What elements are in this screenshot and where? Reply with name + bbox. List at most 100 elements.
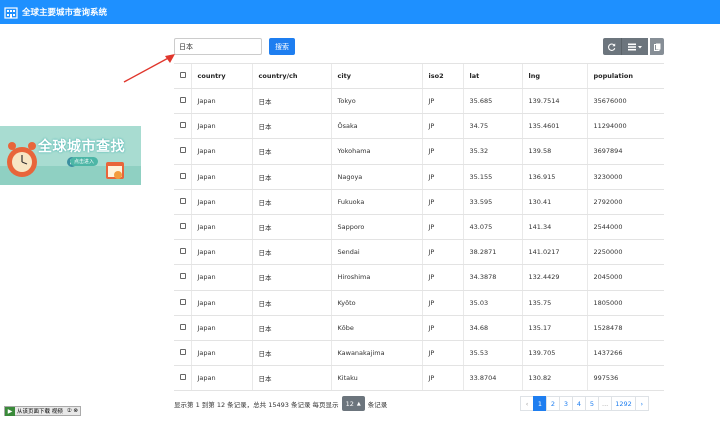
select-all-cell[interactable] [174, 63, 191, 89]
table-row[interactable]: Japan 日本 Nagoya JP 35.155 136.915 3230000 [174, 164, 664, 190]
table-cell-lat: 35.03 [462, 290, 522, 316]
table-row[interactable]: Japan 日本 Kyōto JP 35.03 135.75 1805000 [174, 290, 664, 316]
row-select-cell[interactable] [174, 214, 191, 241]
table-cell-lat: 38.2871 [462, 239, 522, 266]
table-row[interactable]: Japan 日本 Kitaku JP 33.8704 130.82 997536 [174, 365, 664, 392]
row-select-cell[interactable] [174, 239, 191, 266]
table-cell-lng: 135.4601 [521, 113, 587, 140]
page-button[interactable]: 3 [559, 396, 573, 411]
row-checkbox[interactable] [180, 172, 186, 179]
table-cell-lat: 35.685 [462, 88, 522, 115]
column-header[interactable]: iso2 [421, 63, 463, 89]
table-cell-lat: 35.32 [462, 138, 522, 165]
table-cell-lat: 34.68 [462, 315, 522, 341]
row-select-cell[interactable] [174, 315, 191, 341]
page-button[interactable]: 4 [572, 396, 586, 411]
table-cell-lng: 141.34 [521, 214, 587, 241]
row-checkbox[interactable] [180, 223, 186, 230]
table-cell-population: 1528478 [586, 315, 664, 341]
select-all-checkbox[interactable] [180, 72, 186, 78]
row-select-cell[interactable] [174, 264, 191, 291]
table-cell-iso2: JP [421, 239, 463, 266]
row-checkbox[interactable] [180, 323, 186, 330]
row-select-cell[interactable] [174, 290, 191, 316]
column-header[interactable]: lng [521, 63, 587, 89]
building-logo-icon [4, 7, 18, 19]
table-cell-lng: 135.17 [521, 315, 587, 341]
table-cell-city: Fukuoka [330, 189, 422, 215]
table-row[interactable]: Japan 日本 Yokohama JP 35.32 139.58 3697894 [174, 138, 664, 165]
table-cell-population: 3697894 [586, 138, 664, 165]
table-row[interactable]: Japan 日本 Sendai JP 38.2871 141.0217 2250000 [174, 239, 664, 266]
table-cell-city: Nagoya [330, 164, 422, 190]
page-ellipsis: ... [598, 396, 613, 411]
column-header[interactable]: city [330, 63, 422, 89]
row-checkbox[interactable] [180, 248, 186, 255]
row-select-cell[interactable] [174, 138, 191, 165]
export-button[interactable] [650, 38, 664, 55]
table-cell-country: Japan [190, 138, 252, 165]
table-cell-country: Japan [190, 113, 252, 140]
column-header[interactable]: country/ch [251, 63, 331, 89]
table-cell-country-ch: 日本 [251, 340, 331, 367]
page-size-dropdown[interactable]: 12 ▲ [341, 396, 365, 411]
table-row[interactable]: Japan 日本 Fukuoka JP 33.595 130.41 2792000 [174, 189, 664, 215]
prev-page-button[interactable]: ‹ [520, 396, 534, 411]
table-row[interactable]: Japan 日本 Kawanakajima JP 35.53 139.705 1437266 [174, 340, 664, 367]
page-button[interactable]: 1292 [611, 396, 636, 411]
row-select-cell[interactable] [174, 189, 191, 215]
table-cell-population: 35676000 [586, 88, 664, 115]
table-cell-population: 1437266 [586, 340, 664, 367]
row-checkbox[interactable] [180, 97, 186, 104]
table-cell-lng: 132.4429 [521, 264, 587, 291]
page-button[interactable]: 1 [533, 396, 547, 411]
red-pointer-arrow [123, 54, 175, 83]
table-row[interactable]: Japan 日本 Kōbe JP 34.68 135.17 1528478 [174, 315, 664, 341]
table-cell-population: 997536 [586, 365, 664, 392]
download-video-widget[interactable]: ▶ 从该页面下载 视频 ② ⊗ [4, 406, 82, 416]
table-cell-city: Kōbe [330, 315, 422, 341]
table-cell-population: 2792000 [586, 189, 664, 215]
table-cell-country-ch: 日本 [251, 264, 331, 291]
row-select-cell[interactable] [174, 340, 191, 367]
table-row[interactable]: Japan 日本 Sapporo JP 43.075 141.34 2544000 [174, 214, 664, 241]
column-header[interactable]: population [586, 63, 664, 89]
row-checkbox[interactable] [180, 298, 186, 305]
row-select-cell[interactable] [174, 88, 191, 115]
row-checkbox[interactable] [180, 197, 186, 204]
row-checkbox[interactable] [180, 122, 186, 129]
table-row[interactable]: Japan 日本 Hiroshima JP 34.3878 132.4429 2045000 [174, 264, 664, 291]
page-button[interactable]: 5 [585, 396, 599, 411]
table-row[interactable]: Japan 日本 Ōsaka JP 34.75 135.4601 11294000 [174, 113, 664, 140]
download-widget-extra[interactable]: ② ⊗ [65, 408, 80, 414]
table-cell-iso2: JP [421, 189, 463, 215]
banner-subtitle[interactable]: 点击进入 [70, 157, 99, 166]
search-button[interactable]: 搜索 [269, 38, 295, 55]
row-checkbox[interactable] [180, 348, 186, 355]
pagination-info-prefix: 显示第 1 到第 12 条记录，总共 15493 条记录 每页显示 [174, 400, 339, 409]
row-select-cell[interactable] [174, 113, 191, 140]
column-header[interactable]: lat [462, 63, 522, 89]
row-select-cell[interactable] [174, 365, 191, 392]
row-checkbox[interactable] [180, 374, 186, 381]
table-cell-lng: 130.82 [521, 365, 587, 392]
city-finder-banner[interactable]: 全球城市查找 点击进入 [0, 126, 141, 185]
table-cell-lat: 35.53 [462, 340, 522, 367]
play-icon: ▶ [5, 406, 15, 416]
table-cell-iso2: JP [421, 264, 463, 291]
table-cell-population: 2544000 [586, 214, 664, 241]
table-cell-population: 3230000 [586, 164, 664, 190]
row-checkbox[interactable] [180, 147, 186, 154]
row-select-cell[interactable] [174, 164, 191, 190]
table-row[interactable]: Japan 日本 Tokyo JP 35.685 139.7514 35676000 [174, 88, 664, 115]
page-button[interactable]: 2 [546, 396, 560, 411]
next-page-button[interactable]: › [634, 396, 649, 411]
row-checkbox[interactable] [180, 273, 186, 280]
export-icon [653, 43, 660, 51]
search-input[interactable]: 日本 [174, 38, 262, 55]
table-cell-lat: 34.3878 [462, 264, 522, 291]
refresh-button[interactable] [603, 38, 621, 55]
table-cell-country: Japan [190, 315, 252, 341]
column-header[interactable]: country [190, 63, 252, 89]
columns-toggle-button[interactable] [621, 38, 648, 55]
